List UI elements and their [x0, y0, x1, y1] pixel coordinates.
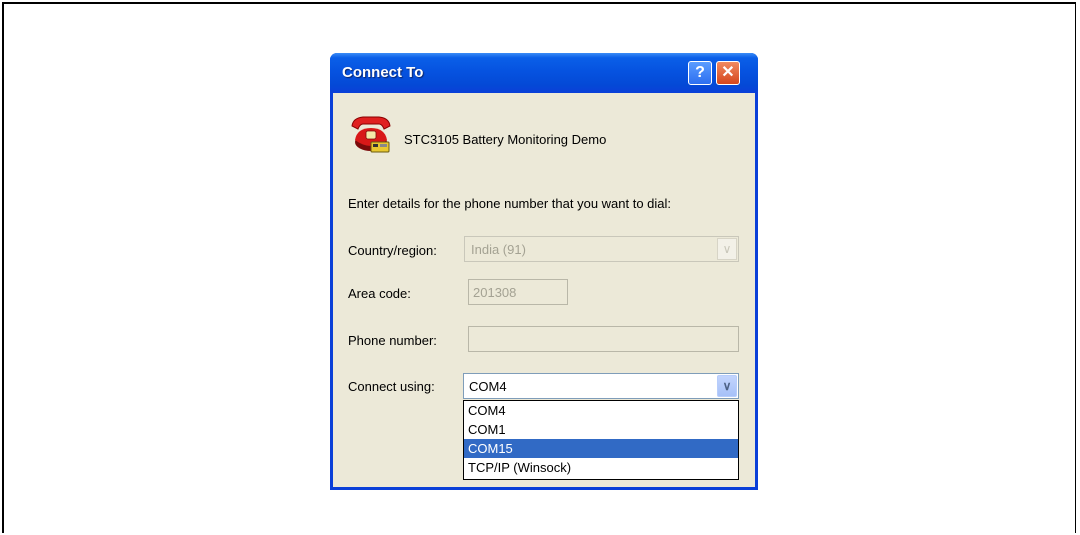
dropdown-option-tcpip[interactable]: TCP/IP (Winsock)	[464, 458, 738, 477]
chevron-down-icon[interactable]: ∨	[717, 238, 737, 260]
phone-icon	[351, 116, 391, 153]
connect-using-label: Connect using:	[348, 379, 435, 394]
dropdown-option-com1[interactable]: COM1	[464, 420, 738, 439]
country-region-select[interactable]: India (91) ∨	[464, 236, 739, 262]
connect-to-dialog: Connect To ? ✕ STC3105 Battery Monitorin…	[330, 53, 758, 490]
connection-name: STC3105 Battery Monitoring Demo	[404, 132, 607, 147]
country-region-value: India (91)	[471, 242, 526, 257]
phone-number-label: Phone number:	[348, 333, 437, 348]
dropdown-option-com15[interactable]: COM15	[464, 439, 738, 458]
phone-number-field[interactable]	[468, 326, 739, 352]
close-button[interactable]: ✕	[716, 61, 740, 85]
connect-using-value: COM4	[469, 379, 507, 394]
dropdown-option-com4[interactable]: COM4	[464, 401, 738, 420]
help-icon: ?	[695, 64, 705, 81]
connect-using-select[interactable]: COM4 ∨	[463, 373, 739, 399]
chevron-down-icon[interactable]: ∨	[717, 375, 737, 397]
help-button[interactable]: ?	[688, 61, 712, 85]
close-icon: ✕	[721, 64, 735, 81]
country-region-label: Country/region:	[348, 243, 437, 258]
window-title: Connect To	[342, 64, 424, 81]
area-code-label: Area code:	[348, 286, 411, 301]
connect-using-dropdown-list[interactable]: COM4 COM1 COM15 TCP/IP (Winsock)	[463, 400, 739, 480]
area-code-value: 201308	[473, 285, 517, 300]
area-code-field[interactable]: 201308	[468, 279, 568, 305]
title-bar[interactable]: Connect To ? ✕	[330, 53, 758, 93]
dial-prompt: Enter details for the phone number that …	[348, 196, 672, 211]
